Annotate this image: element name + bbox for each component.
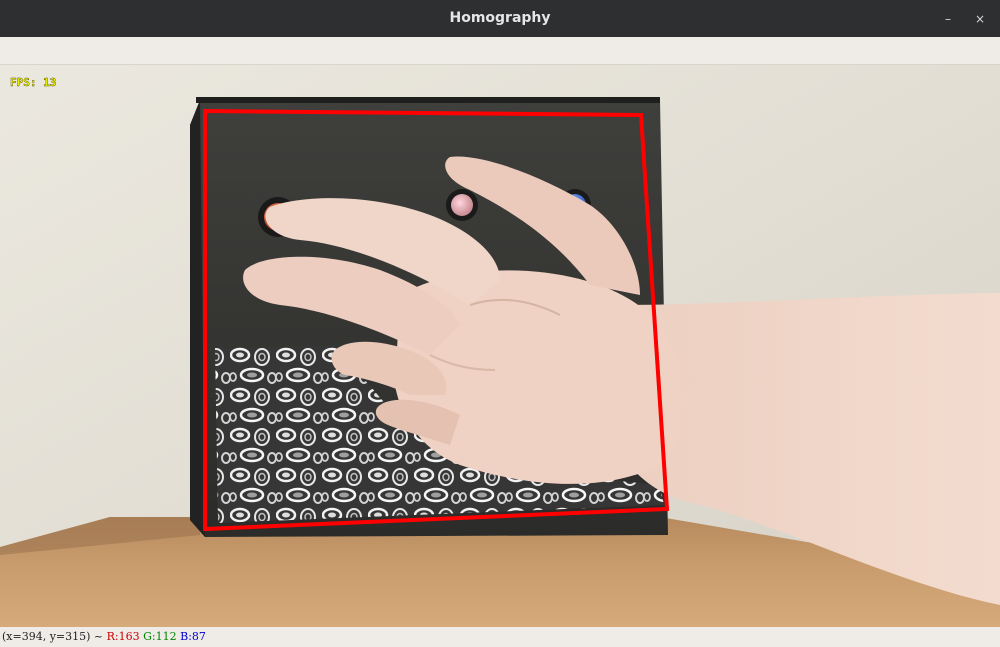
minimize-button[interactable]: – bbox=[938, 9, 958, 29]
fps-label: FPS: 13 bbox=[10, 76, 56, 89]
pixel-g: G:112 bbox=[143, 630, 177, 643]
status-bar: (x=394, y=315) ~ R:163 G:112 B:87 bbox=[0, 627, 1000, 647]
image-view[interactable]: FPS: 13 bbox=[0, 65, 1000, 627]
pixel-coords: (x=394, y=315) ~ bbox=[2, 630, 107, 643]
window-title: Homography bbox=[449, 10, 551, 26]
pixel-b: B:87 bbox=[180, 630, 206, 643]
close-icon: × bbox=[974, 12, 986, 26]
pixel-r: R:163 bbox=[106, 630, 140, 643]
close-button[interactable]: × bbox=[970, 9, 990, 29]
minimize-icon: – bbox=[945, 12, 951, 26]
toolbar bbox=[0, 37, 1000, 65]
camera-frame: FPS: 13 bbox=[0, 65, 1000, 627]
title-bar: Homography – × bbox=[0, 0, 1000, 37]
